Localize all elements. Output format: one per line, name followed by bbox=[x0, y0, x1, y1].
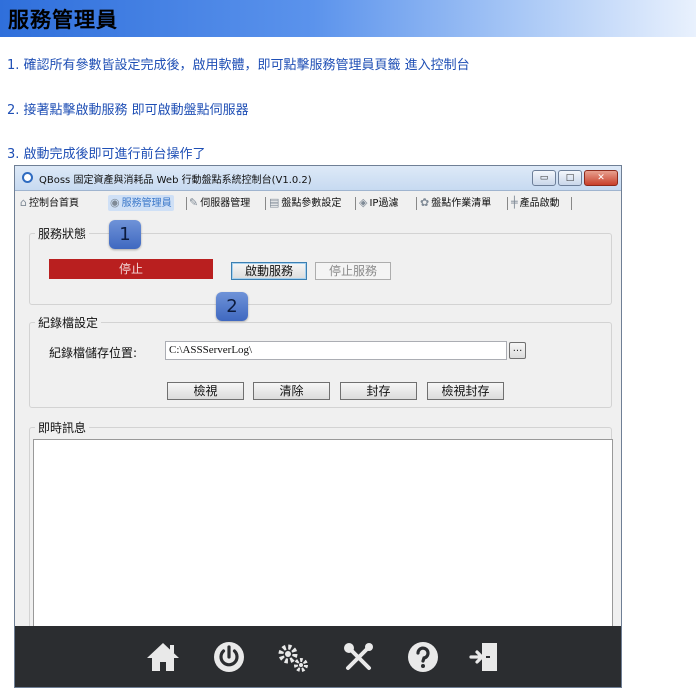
stop-service-button[interactable]: 停止服務 bbox=[315, 262, 391, 280]
start-service-button[interactable]: 啟動服務 bbox=[231, 262, 307, 280]
tab-label: IP過濾 bbox=[369, 198, 399, 209]
app-logo-icon bbox=[22, 172, 33, 183]
bottom-dock bbox=[15, 626, 621, 687]
tab-label: 控制台首頁 bbox=[28, 198, 79, 209]
window-titlebar[interactable]: QBoss 固定資產與消耗品 Web 行動盤點系統控制台(V1.0.2) ▭ □… bbox=[15, 166, 621, 191]
service-status-label: 服務狀態 bbox=[35, 225, 90, 242]
realtime-messages-textarea[interactable] bbox=[33, 439, 613, 629]
home-icon: ⌂ bbox=[20, 196, 27, 209]
minimize-button[interactable]: ▭ bbox=[532, 170, 556, 186]
close-button[interactable]: ✕ bbox=[584, 170, 618, 186]
sliders-icon: ╪ bbox=[511, 196, 518, 209]
tab-inventory-parameters[interactable]: ▤ 盤點參數設定 bbox=[269, 195, 341, 211]
page-title: 服務管理員 bbox=[8, 8, 118, 32]
tab-server-management[interactable]: ✎ 伺服器管理 bbox=[189, 195, 250, 211]
window-title: QBoss 固定資產與消耗品 Web 行動盤點系統控制台(V1.0.2) bbox=[39, 175, 312, 186]
power-icon[interactable] bbox=[211, 640, 247, 674]
help-icon[interactable] bbox=[405, 640, 441, 674]
home-icon[interactable] bbox=[145, 640, 181, 674]
service-status-indicator: 停止 bbox=[49, 259, 213, 279]
tab-label: 盤點參數設定 bbox=[281, 198, 342, 209]
tab-dashboard-home[interactable]: ⌂ 控制台首頁 bbox=[20, 195, 79, 211]
browse-button[interactable]: ... bbox=[509, 342, 526, 359]
callout-badge-1: 1 bbox=[109, 220, 141, 249]
step-3-text: 3. 啟動完成後即可進行前台操作了 bbox=[7, 147, 206, 162]
tab-label: 伺服器管理 bbox=[200, 198, 251, 209]
gear-icon: ✿ bbox=[420, 196, 430, 209]
callout-badge-2: 2 bbox=[216, 292, 248, 321]
header-bar: 服務管理員 bbox=[0, 0, 696, 37]
tab-service-manager[interactable]: ◉ 服務管理員 bbox=[108, 195, 174, 211]
tab-label: 產品啟動 bbox=[519, 198, 560, 209]
tab-label: 盤點作業清單 bbox=[431, 198, 492, 209]
log-settings-label: 紀錄檔設定 bbox=[35, 314, 102, 331]
view-log-button[interactable]: 檢視 bbox=[167, 382, 244, 400]
app-window: QBoss 固定資產與消耗品 Web 行動盤點系統控制台(V1.0.2) ▭ □… bbox=[14, 165, 622, 688]
service-icon: ◉ bbox=[110, 196, 120, 209]
archive-log-button[interactable]: 封存 bbox=[340, 382, 417, 400]
realtime-messages-label: 即時訊息 bbox=[35, 419, 90, 436]
maximize-button[interactable]: □ bbox=[558, 170, 582, 186]
clear-log-button[interactable]: 清除 bbox=[253, 382, 330, 400]
step-1-text: 1. 確認所有參數皆設定完成後，啟用軟體，即可點擊服務管理員頁籤 進入控制台 bbox=[7, 58, 470, 73]
menu-bar: ⌂ 控制台首頁 ◉ 服務管理員 ✎ 伺服器管理 ▤ 盤點參數設定 ◈ IP過濾 ✿ 盤點作業… bbox=[15, 192, 621, 214]
step-2-text: 2. 接著點擊啟動服務 即可啟動盤點伺服器 bbox=[7, 103, 249, 118]
tab-ip-filter[interactable]: ◈ IP過濾 bbox=[359, 195, 398, 211]
log-path-label: 紀錄檔儲存位置: bbox=[49, 346, 138, 360]
wrench-icon: ✎ bbox=[189, 196, 199, 209]
shield-icon: ◈ bbox=[359, 196, 368, 209]
tab-product-activation[interactable]: ╪ 產品啟動 bbox=[511, 195, 560, 211]
gears-icon[interactable] bbox=[275, 640, 311, 674]
exit-icon[interactable] bbox=[467, 640, 503, 674]
list-icon: ▤ bbox=[269, 196, 280, 209]
tools-icon[interactable] bbox=[341, 640, 377, 674]
tab-label: 服務管理員 bbox=[121, 198, 172, 209]
view-archive-button[interactable]: 檢視封存 bbox=[427, 382, 504, 400]
tab-inventory-job-list[interactable]: ✿ 盤點作業清單 bbox=[420, 195, 491, 211]
log-path-input[interactable]: C:\ASSServerLog\ bbox=[165, 341, 507, 360]
